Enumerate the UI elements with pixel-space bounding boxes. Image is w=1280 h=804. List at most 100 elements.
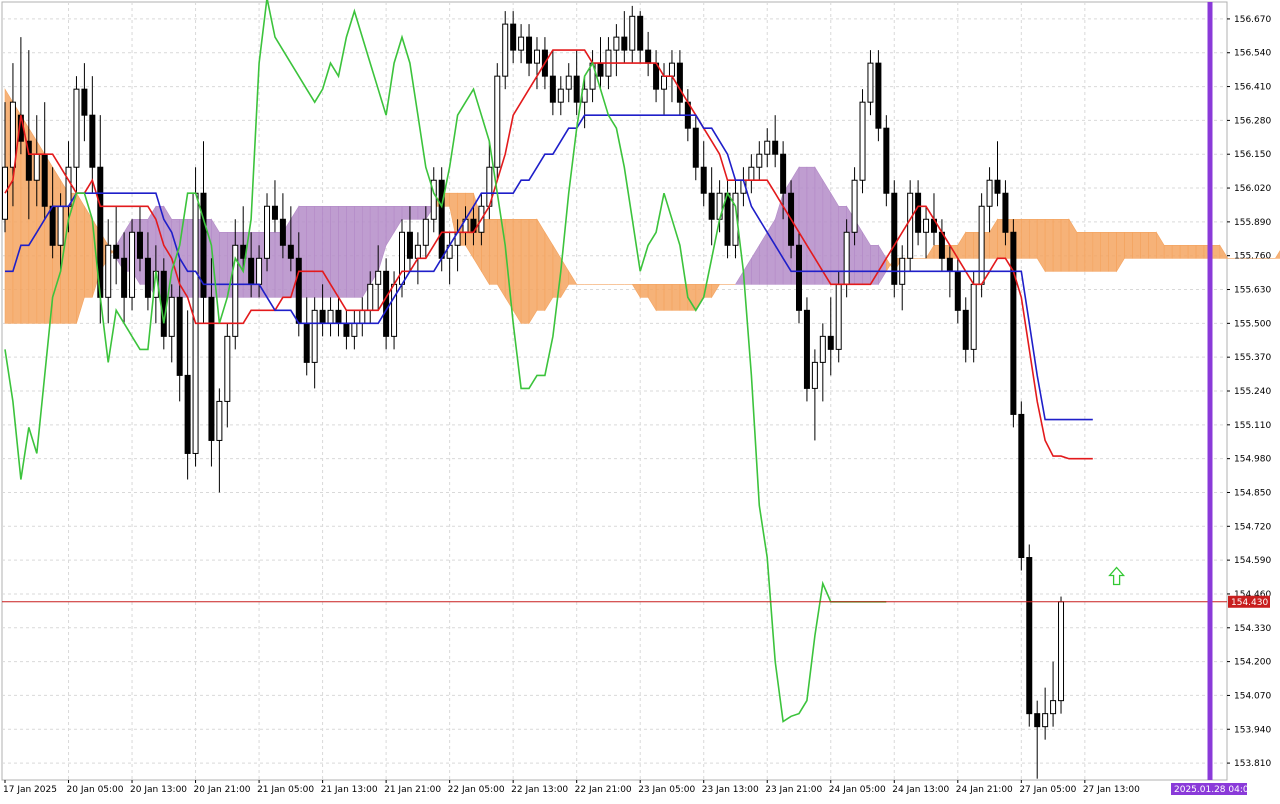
price-tick-label: 154.720 <box>1234 522 1271 532</box>
price-tick-label: 154.070 <box>1234 691 1271 701</box>
chart-canvas[interactable]: 156.670 156.540 156.410 156.280 156.150 156.0… <box>0 0 1280 800</box>
kumo-segment <box>552 244 562 298</box>
kumo-segment <box>1124 232 1133 259</box>
price-tick-label: 154.330 <box>1234 624 1271 634</box>
candle-body <box>811 361 818 389</box>
kumo-segment <box>1060 219 1070 272</box>
candle-body <box>9 101 16 168</box>
candle-body <box>216 400 223 441</box>
candle-body <box>986 179 993 207</box>
kumo-segment <box>655 283 665 311</box>
candle-body <box>2 166 8 220</box>
indicator-lines <box>4 0 1093 723</box>
candle-body <box>518 36 525 51</box>
candle-body <box>907 192 914 259</box>
time-tick-label: 27 Jan 05:00 <box>1019 785 1076 795</box>
price-tick-label: 156.410 <box>1234 83 1271 93</box>
kumo-segment <box>1084 232 1094 272</box>
kumo-segment <box>536 218 546 311</box>
candle-body <box>764 140 771 155</box>
candle-body <box>883 127 890 194</box>
candle-body <box>414 244 421 259</box>
candle-body <box>502 23 509 77</box>
price-tick-label: 156.540 <box>1234 49 1271 59</box>
kumo-segment <box>385 206 395 247</box>
candle-body <box>859 101 866 181</box>
time-tick-label: 20 Jan 13:00 <box>130 785 187 795</box>
kumo-segment <box>354 206 363 298</box>
candle-body <box>136 231 143 259</box>
price-tick-label: 154.200 <box>1234 658 1271 668</box>
price-axis[interactable]: 156.670 156.540 156.410 156.280 156.150 156.0… <box>1227 15 1271 769</box>
kumo-segment <box>862 231 871 285</box>
candle-body <box>438 179 445 259</box>
kumo-segment <box>1100 232 1109 272</box>
price-tick-label: 155.760 <box>1234 252 1271 262</box>
kumo-segment <box>751 244 760 285</box>
candle-body <box>1034 713 1041 728</box>
candle-body <box>1026 557 1033 715</box>
kumo-segment <box>393 206 403 234</box>
candle-body <box>613 36 620 51</box>
candle-body <box>557 88 564 103</box>
kumo-segment <box>219 232 228 298</box>
candle-body <box>208 296 215 441</box>
kumo-segment <box>1156 231 1165 259</box>
kumo-segment <box>687 283 697 311</box>
kumo-segment <box>1020 219 1030 259</box>
kumo-segment <box>306 206 316 298</box>
candle-body <box>708 192 715 220</box>
candle-body <box>287 244 294 259</box>
candle-body <box>819 335 826 363</box>
kumo-segment <box>695 283 705 312</box>
time-tick-label: 23 Jan 21:00 <box>765 785 822 795</box>
candle-body <box>351 322 358 337</box>
kumo-segment <box>647 283 657 312</box>
candle-body <box>1002 192 1009 233</box>
candle-body <box>57 205 64 246</box>
kumo-segment <box>488 219 498 285</box>
kumo-segment <box>766 218 776 285</box>
candle-body <box>367 283 374 311</box>
candle-body <box>65 166 72 207</box>
kumo-segment <box>711 283 721 299</box>
kumo-segment <box>1148 232 1157 259</box>
time-tick-label: 23 Jan 13:00 <box>702 785 759 795</box>
candle-body <box>319 309 326 324</box>
kumo-segment <box>1132 232 1141 259</box>
kumo-segment <box>1163 245 1173 259</box>
kumo-segment <box>814 166 824 285</box>
kumo-segment <box>1068 218 1078 272</box>
price-tick-label: 155.630 <box>1234 286 1271 296</box>
ichimoku-chart[interactable]: 156.670 156.540 156.410 156.280 156.150 156.0… <box>0 0 1280 800</box>
candle-body <box>668 62 675 77</box>
candle-body <box>526 36 533 64</box>
kumo-segment <box>512 219 522 325</box>
cursor-date-label: 2025.01.28 04:00 <box>1174 785 1255 795</box>
candle-body <box>335 309 342 324</box>
candle-body <box>637 15 644 51</box>
candle-body <box>780 153 787 194</box>
candle-body <box>264 205 271 259</box>
kumo-segment <box>663 283 673 311</box>
candle-body <box>510 23 517 51</box>
candle-body <box>772 140 779 155</box>
price-tick-label: 154.850 <box>1234 488 1271 498</box>
time-axis[interactable]: 17 Jan 2025 20 Jan 05:00 20 Jan 13:00 20 Ja… <box>3 780 1255 795</box>
candle-body <box>1042 713 1049 728</box>
kumo-segment <box>774 193 784 285</box>
time-tick-label: 23 Jan 05:00 <box>638 785 695 795</box>
kumo-segment <box>1052 219 1062 272</box>
time-tick-label: 22 Jan 21:00 <box>575 785 632 795</box>
kumo-segment <box>1092 232 1101 272</box>
price-tick-label: 156.020 <box>1234 184 1271 194</box>
kumo-segment <box>806 166 816 285</box>
candle-body <box>176 296 183 376</box>
kumo-segment <box>496 219 506 299</box>
time-tick-label: 22 Jan 05:00 <box>448 785 505 795</box>
candle-body <box>573 75 580 103</box>
candle-body <box>33 153 40 181</box>
candle-body <box>1018 413 1025 559</box>
candle-body <box>359 309 366 324</box>
kumo-segment <box>734 270 744 285</box>
